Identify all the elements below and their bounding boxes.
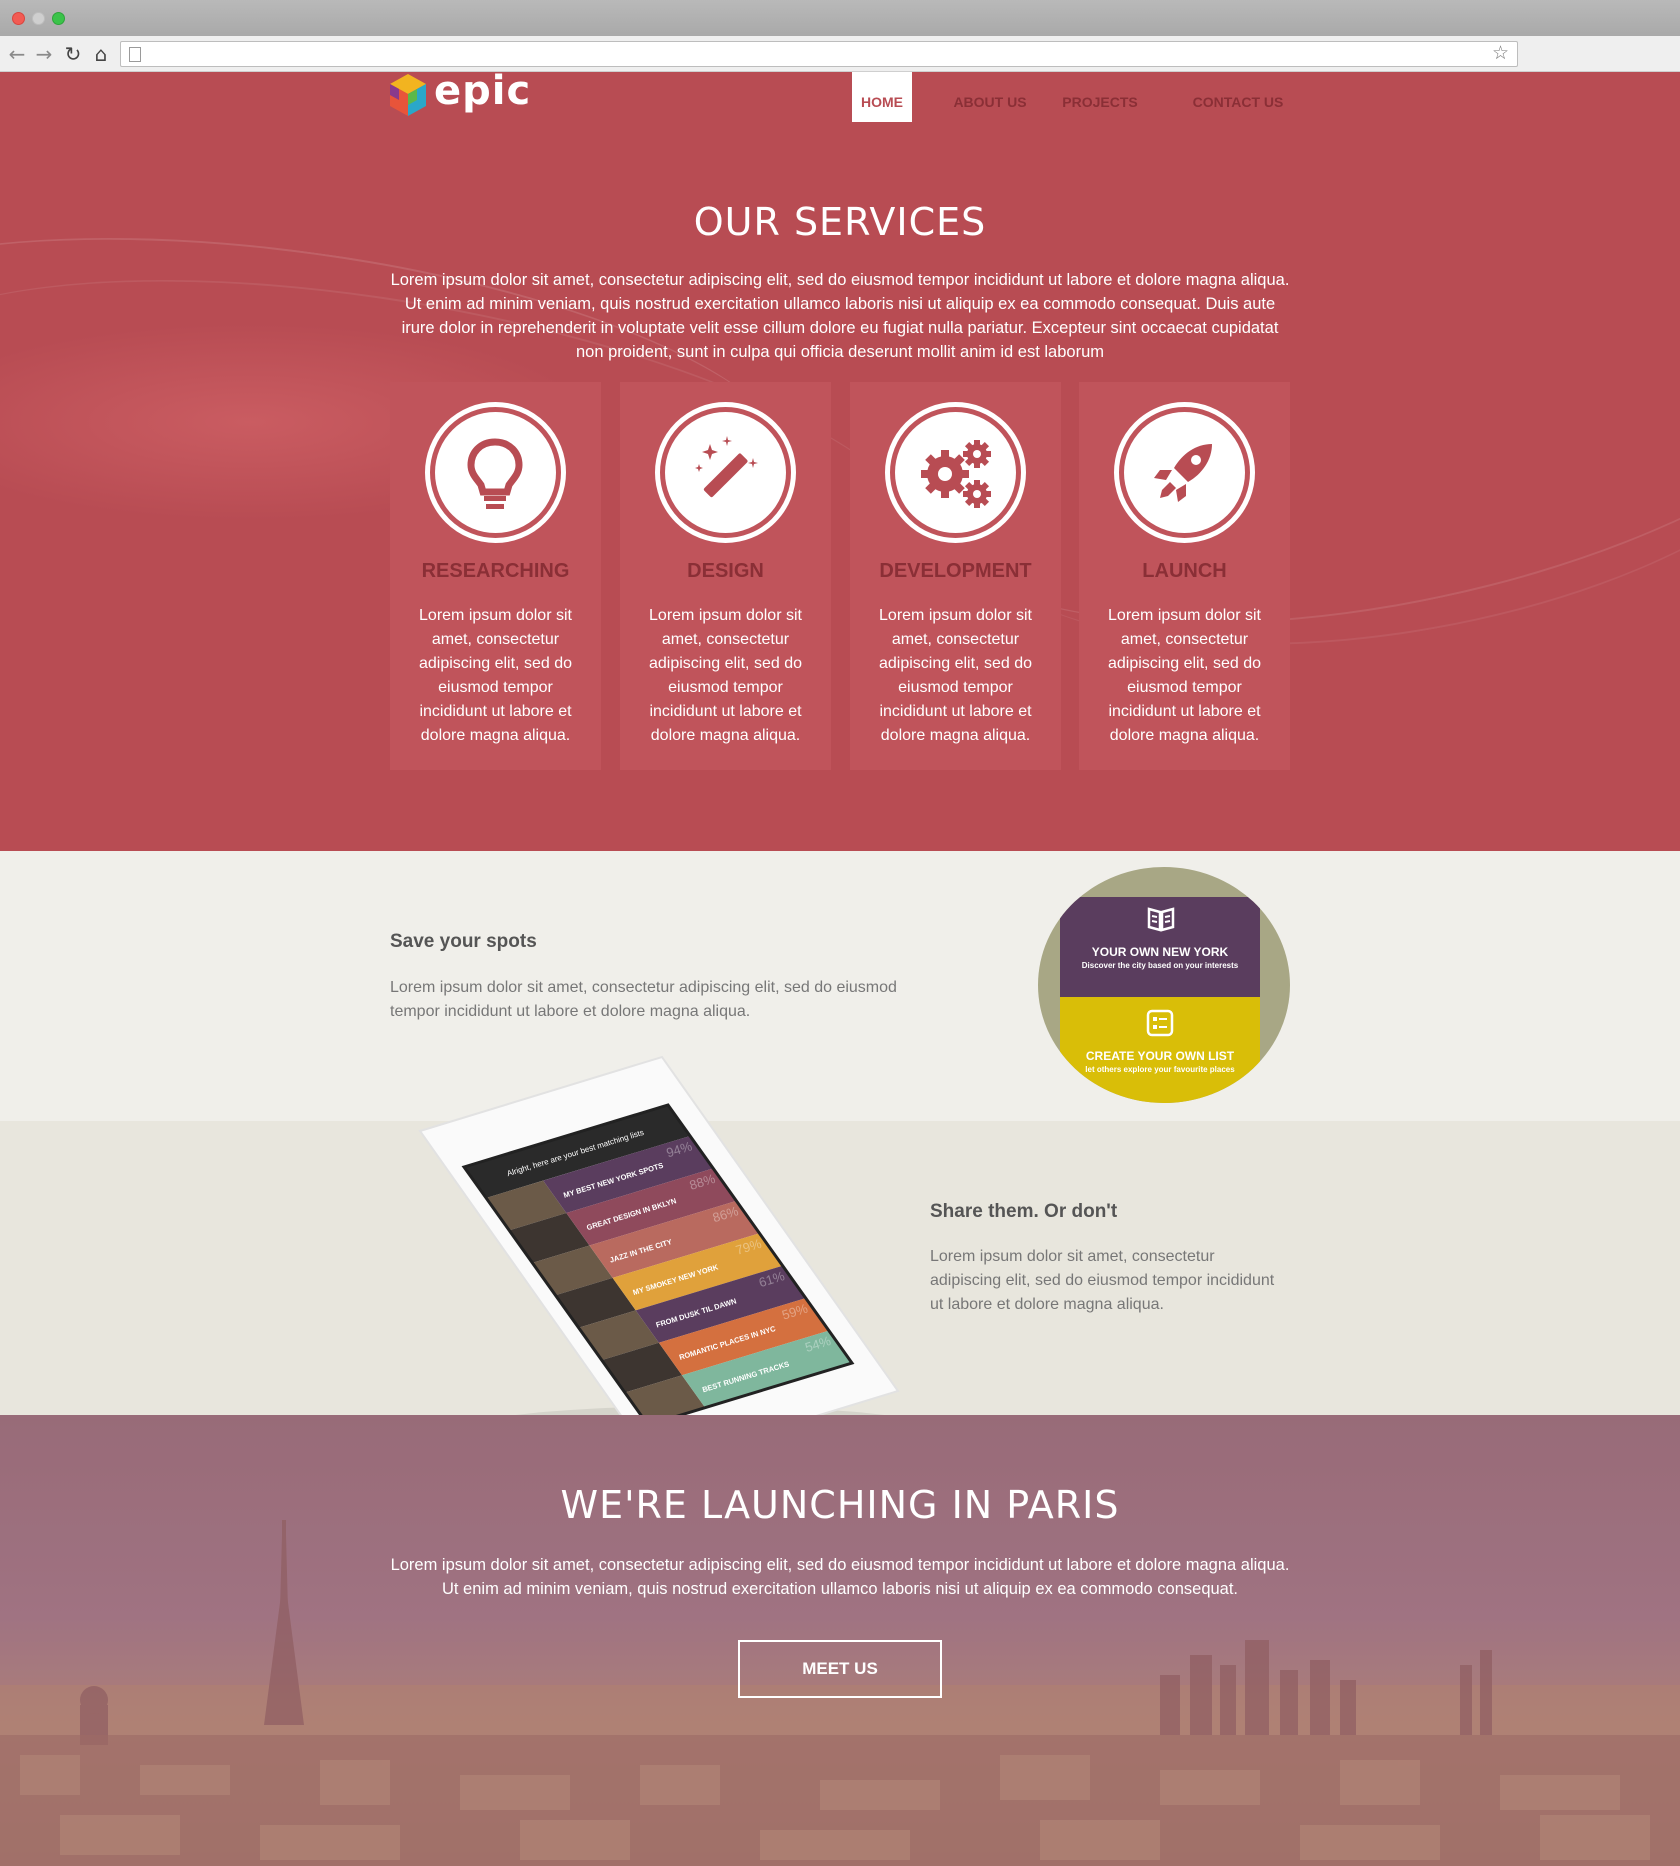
app-tile-yellow: CREATE YOUR OWN LIST let others explore … — [1060, 997, 1260, 1103]
paris-text: Lorem ipsum dolor sit amet, consectetur … — [390, 1556, 1290, 1598]
nav-about-us[interactable]: ABOUT US — [950, 72, 1030, 122]
nav-contact-us[interactable]: CONTACT US — [1190, 72, 1286, 122]
icon-disc — [665, 412, 786, 533]
nav-projects[interactable]: PROJECTS — [1060, 72, 1140, 122]
phone-mockup: Alright, here are your best matching lis… — [400, 1031, 1000, 1467]
phone-illustration: Alright, here are your best matching lis… — [418, 1055, 940, 1467]
star-icon[interactable]: ☆ — [1492, 42, 1509, 64]
services-section: epic HOME ABOUT US PROJECTS CONTACT US O… — [0, 72, 1680, 851]
share-title: Share them. Or don't — [930, 1201, 1118, 1222]
services-lead: Lorem ipsum dolor sit amet, consectetur … — [390, 271, 1290, 361]
rocket-icon — [1154, 444, 1212, 502]
icon-ring — [425, 402, 566, 543]
icon-ring — [655, 402, 796, 543]
lightbulb-icon — [467, 438, 523, 509]
icon-disc — [435, 412, 556, 533]
paris-title: WE'RE LAUNCHING IN PARIS — [560, 1483, 1120, 1527]
logo-text: epic — [434, 72, 532, 114]
nav-home[interactable]: HOME — [852, 72, 912, 122]
share-section: Alright, here are your best matching lis… — [0, 1055, 1680, 1467]
home-icon[interactable]: ⌂ — [90, 42, 112, 66]
share-text: Lorem ipsum dolor sit amet, consectetur … — [930, 1248, 1275, 1313]
service-card-text: Lorem ipsum dolor sit amet, consectetur … — [879, 607, 1032, 744]
service-card-text: Lorem ipsum dolor sit amet, consectetur … — [1108, 607, 1261, 744]
page-document-icon — [129, 47, 141, 62]
meet-us-button[interactable]: MEET US — [738, 1640, 942, 1698]
service-card-launch: LAUNCH Lorem ipsum dolor sit amet, conse… — [1079, 382, 1290, 770]
logo-cube-icon — [390, 74, 426, 116]
service-card-researching: RESEARCHING Lorem ipsum dolor sit amet, … — [390, 382, 601, 770]
list-icon — [1146, 1009, 1174, 1037]
service-card-title: LAUNCH — [1142, 560, 1227, 582]
open-book-icon — [1147, 907, 1175, 932]
reload-icon[interactable]: ↻ — [62, 42, 84, 66]
service-card-title: RESEARCHING — [421, 560, 570, 582]
browser-titlebar — [0, 0, 1680, 36]
service-card-design: DESIGN Lorem ipsum dolor sit amet, conse… — [620, 382, 831, 770]
browser-toolbar: ← → ↻ ⌂ ☆ — [0, 36, 1680, 72]
gears-icon — [921, 440, 991, 508]
app-tile-purple: YOUR OWN NEW YORK Discover the city base… — [1060, 897, 1260, 997]
app-tile-subtitle: let others explore your favourite places — [1085, 1065, 1235, 1074]
service-card-title: DEVELOPMENT — [879, 560, 1032, 582]
back-arrow-icon[interactable]: ← — [6, 42, 28, 66]
page: epic HOME ABOUT US PROJECTS CONTACT US O… — [0, 72, 1680, 1866]
address-bar[interactable]: ☆ — [120, 41, 1518, 67]
app-preview-circle: YOUR OWN NEW YORK Discover the city base… — [1038, 867, 1290, 1103]
icon-disc — [1124, 412, 1245, 533]
minimize-window-button[interactable] — [32, 12, 45, 25]
app-tile-title: CREATE YOUR OWN LIST — [1085, 1049, 1235, 1063]
services-title: OUR SERVICES — [693, 200, 987, 244]
service-card-development: DEVELOPMENT Lorem ipsum dolor sit amet, … — [850, 382, 1061, 770]
magic-wand-icon — [695, 436, 758, 498]
close-window-button[interactable] — [12, 12, 25, 25]
app-tile-subtitle: Discover the city based on your interest… — [1081, 961, 1239, 970]
icon-ring — [1114, 402, 1255, 543]
save-spots-title: Save your spots — [390, 931, 537, 952]
service-card-title: DESIGN — [687, 560, 764, 582]
app-tile-title: YOUR OWN NEW YORK — [1091, 945, 1229, 959]
forward-arrow-icon[interactable]: → — [33, 42, 55, 66]
save-spots-text: Lorem ipsum dolor sit amet, consectetur … — [390, 979, 897, 1020]
maximize-window-button[interactable] — [52, 12, 65, 25]
service-card-text: Lorem ipsum dolor sit amet, consectetur … — [419, 607, 572, 744]
icon-ring — [885, 402, 1026, 543]
service-card-text: Lorem ipsum dolor sit amet, consectetur … — [649, 607, 802, 744]
icon-disc — [895, 412, 1016, 533]
paris-section: WE'RE LAUNCHING IN PARIS Lorem ipsum dol… — [0, 1415, 1680, 1866]
